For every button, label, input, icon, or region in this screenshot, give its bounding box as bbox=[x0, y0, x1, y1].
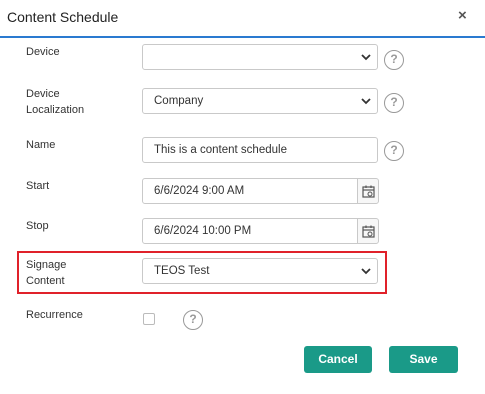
chevron-down-icon bbox=[361, 268, 371, 275]
start-label: Start bbox=[26, 180, 50, 192]
device-localization-select[interactable]: Company bbox=[142, 88, 378, 114]
help-icon[interactable]: ? bbox=[384, 141, 404, 161]
name-input[interactable]: This is a content schedule bbox=[142, 137, 378, 163]
cancel-button[interactable]: Cancel bbox=[304, 346, 372, 373]
start-datetime-input[interactable]: 6/6/2024 9:00 AM bbox=[142, 178, 358, 204]
help-icon[interactable]: ? bbox=[384, 93, 404, 113]
signage-content-value: TEOS Test bbox=[154, 265, 210, 277]
device-label: Device bbox=[26, 46, 60, 58]
signage-content-label-line1: Signage bbox=[26, 259, 67, 271]
device-localization-value: Company bbox=[154, 95, 204, 107]
name-label: Name bbox=[26, 139, 56, 151]
device-localization-label-line1: Device bbox=[26, 88, 60, 100]
stop-label: Stop bbox=[26, 220, 49, 232]
calendar-icon bbox=[362, 225, 375, 238]
device-localization-label-line2: Localization bbox=[26, 104, 85, 116]
close-icon[interactable]: × bbox=[458, 8, 467, 24]
start-value: 6/6/2024 9:00 AM bbox=[154, 185, 245, 197]
help-icon[interactable]: ? bbox=[384, 50, 404, 70]
signage-content-label-line2: Content bbox=[26, 275, 65, 287]
calendar-icon bbox=[362, 185, 375, 198]
stop-value: 6/6/2024 10:00 PM bbox=[154, 225, 252, 237]
stop-calendar-button[interactable] bbox=[357, 218, 379, 244]
name-value: This is a content schedule bbox=[154, 144, 287, 156]
chevron-down-icon bbox=[361, 98, 371, 105]
chevron-down-icon bbox=[361, 54, 371, 61]
start-calendar-button[interactable] bbox=[357, 178, 379, 204]
signage-content-select[interactable]: TEOS Test bbox=[142, 258, 378, 284]
device-select[interactable] bbox=[142, 44, 378, 70]
help-icon[interactable]: ? bbox=[183, 310, 203, 330]
recurrence-label: Recurrence bbox=[26, 309, 83, 321]
recurrence-checkbox[interactable] bbox=[143, 313, 155, 325]
dialog-header: Content Schedule × bbox=[0, 0, 485, 38]
dialog-title: Content Schedule bbox=[7, 9, 119, 25]
stop-datetime-input[interactable]: 6/6/2024 10:00 PM bbox=[142, 218, 358, 244]
save-button[interactable]: Save bbox=[389, 346, 458, 373]
